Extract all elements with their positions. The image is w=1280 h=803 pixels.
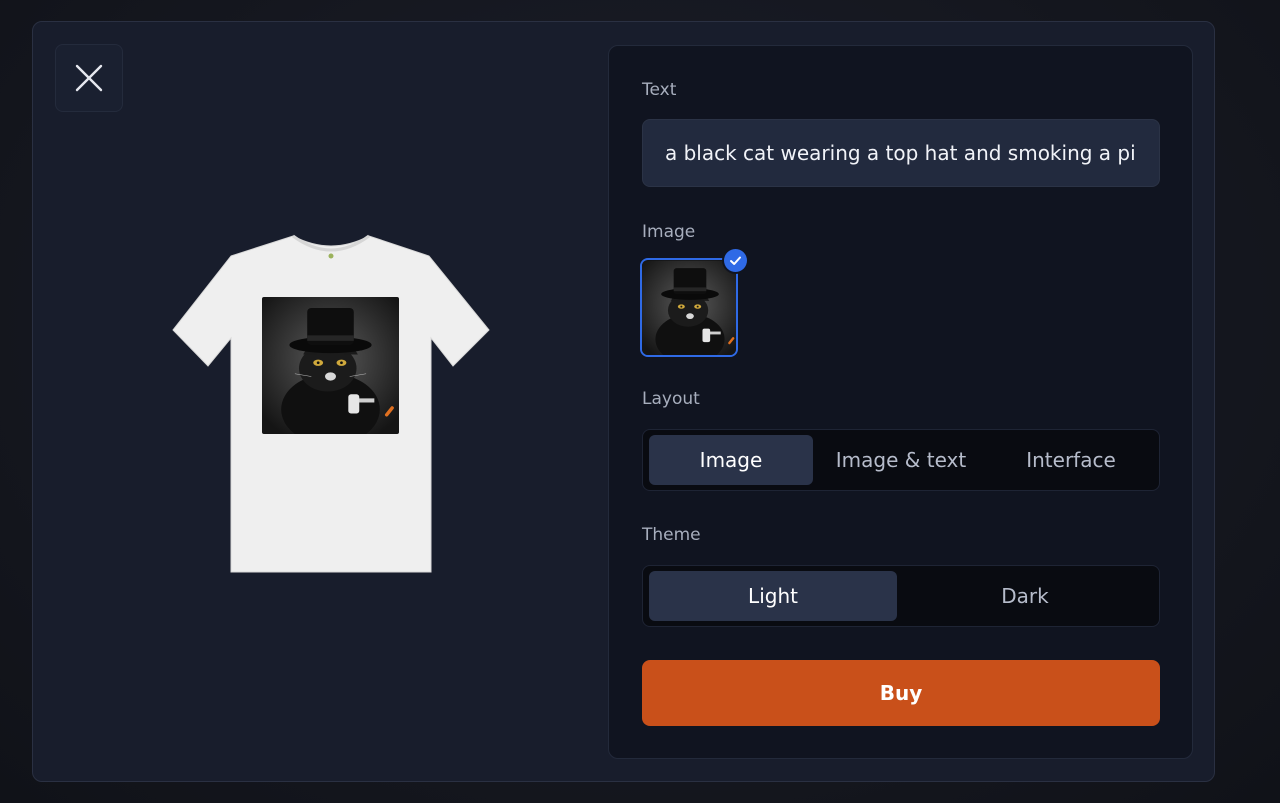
theme-label: Theme (642, 525, 701, 545)
text-label: Text (642, 80, 677, 100)
theme-option-dark[interactable]: Dark (897, 571, 1153, 621)
image-thumbnail[interactable] (640, 258, 738, 357)
tshirt-print-image (262, 297, 399, 434)
layout-selector: Image Image & text Interface (642, 429, 1160, 491)
image-label: Image (642, 222, 696, 242)
check-icon (724, 249, 747, 272)
buy-button[interactable]: Buy (642, 660, 1160, 726)
theme-option-light[interactable]: Light (649, 571, 898, 621)
layout-option-interface[interactable]: Interface (989, 435, 1153, 485)
close-icon (75, 64, 103, 92)
product-modal: Text Image (32, 21, 1215, 782)
close-button[interactable] (55, 44, 123, 112)
layout-label: Layout (642, 389, 700, 409)
options-panel: Text Image (608, 45, 1193, 759)
layout-option-image-text[interactable]: Image & text (813, 435, 989, 485)
text-input[interactable] (642, 119, 1160, 187)
theme-selector: Light Dark (642, 565, 1160, 627)
tshirt-preview (171, 234, 491, 574)
layout-option-image[interactable]: Image (649, 435, 813, 485)
